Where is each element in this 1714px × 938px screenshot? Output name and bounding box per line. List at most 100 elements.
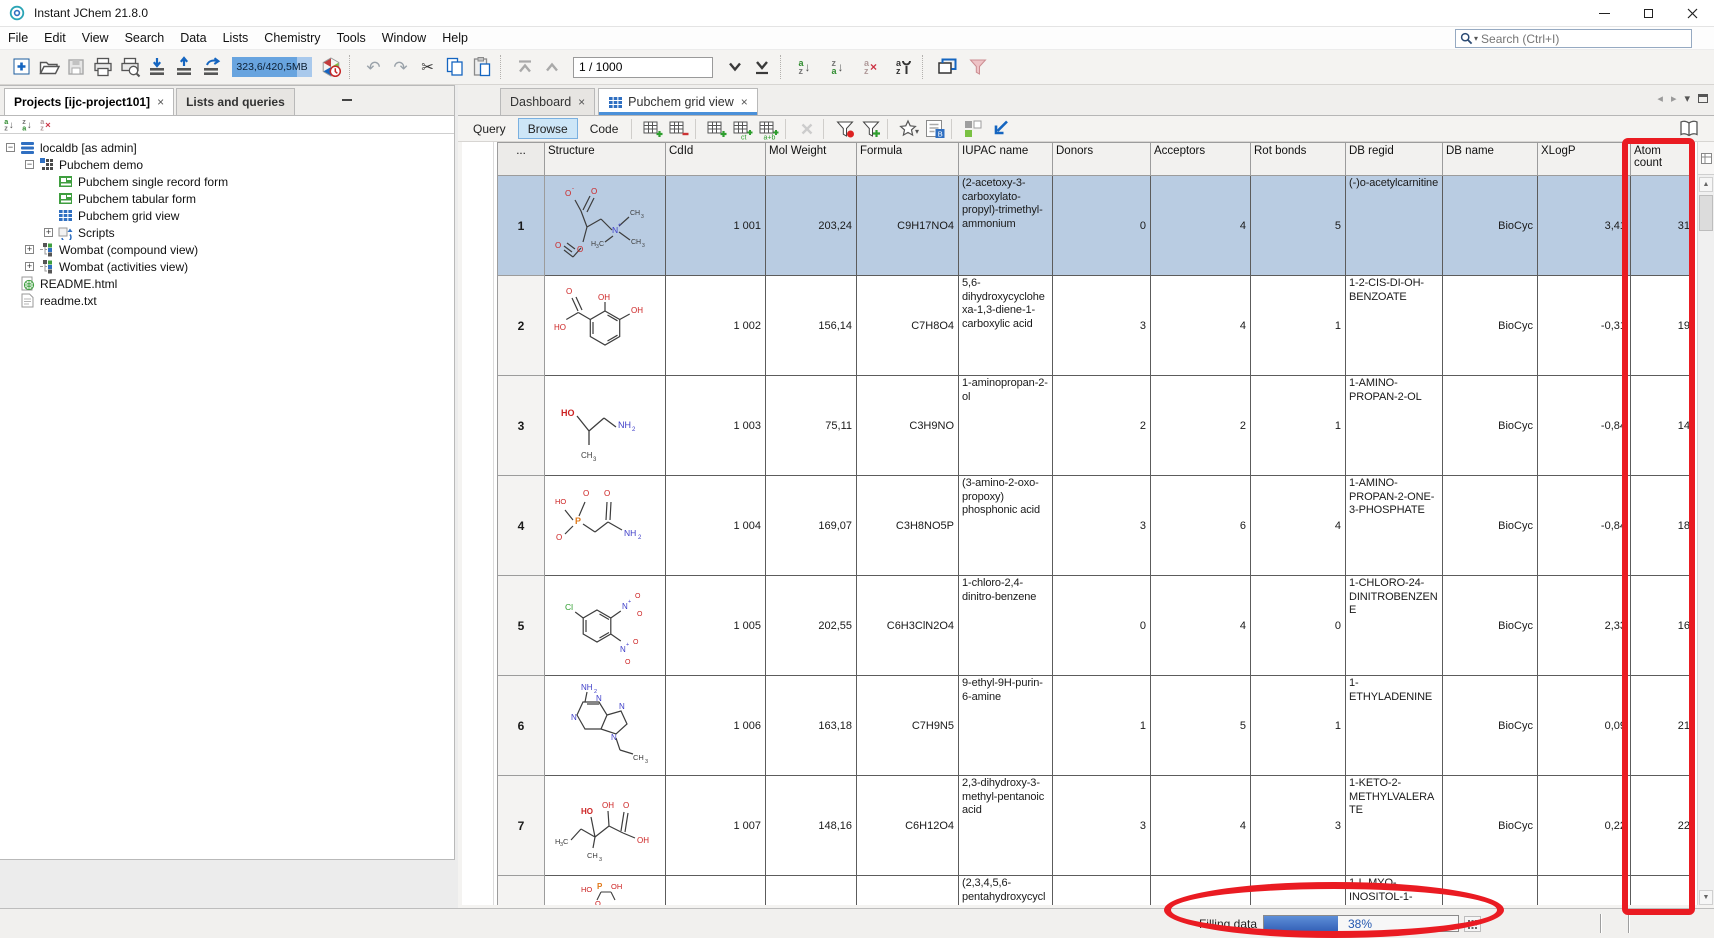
cell-db-regid[interactable]: 1-L-MYO-INOSITOL-1-	[1346, 876, 1443, 906]
tree-item-readme-txt[interactable]: readme.txt	[0, 292, 454, 309]
print-preview-icon[interactable]	[116, 54, 143, 81]
cell-donors[interactable]: 3	[1053, 476, 1151, 576]
memory-indicator[interactable]: 323,6/420,5MB	[232, 57, 312, 77]
minimize-button[interactable]	[1582, 0, 1626, 27]
cell-donors[interactable]: 1	[1053, 676, 1151, 776]
document-tab-pubchem-grid-view[interactable]: Pubchem grid view×	[598, 88, 758, 115]
cell-formula[interactable]: C7H9N5	[857, 676, 959, 776]
menu-search[interactable]: Search	[117, 28, 173, 48]
save-icon[interactable]	[62, 54, 89, 81]
close-tab-icon[interactable]: ×	[157, 95, 164, 109]
cell-formula[interactable]: C6H3ClN2O4	[857, 576, 959, 676]
dock-export-icon[interactable]	[986, 117, 1012, 141]
scroll-up-icon[interactable]: ▲	[1699, 177, 1713, 192]
cell-db-name[interactable]: BioCyc	[1443, 476, 1538, 576]
cell-iupac[interactable]: (3-amino-2-oxo-propoxy) phosphonic acid	[959, 476, 1053, 576]
cell-db-regid[interactable]: 1-AMINO-PROPAN-2-ONE-3-PHOSPHATE	[1346, 476, 1443, 576]
cell-donors[interactable]: 0	[1053, 576, 1151, 676]
cell-rot-bonds[interactable]: 0	[1251, 576, 1346, 676]
add-row-icon[interactable]	[640, 117, 666, 141]
column-header-structure[interactable]: Structure	[545, 143, 666, 176]
tree-item-readme-html[interactable]: README.html	[0, 275, 454, 292]
cell-db-regid[interactable]: 1-CHLORO-24-DINITROBENZENE	[1346, 576, 1443, 676]
cell-cdid[interactable]: 1 004	[666, 476, 766, 576]
row-number[interactable]: 7	[498, 776, 545, 876]
scroll-down-icon[interactable]: ▼	[1699, 890, 1713, 905]
menu-file[interactable]: File	[0, 28, 36, 48]
left-tab-projects-ijc-project101[interactable]: Projects [ijc-project101]×	[4, 88, 174, 115]
tree-item-pubchem-demo[interactable]: −Pubchem demo	[0, 156, 454, 173]
search-input[interactable]	[1481, 32, 1687, 46]
cell-iupac[interactable]: 9-ethyl-9H-purin-6-amine	[959, 676, 1053, 776]
cell-iupac[interactable]: (2-acetoxy-3-carboxylato-propyl)-trimeth…	[959, 176, 1053, 276]
expander-plus-icon[interactable]: +	[25, 245, 34, 254]
form-browse-icon[interactable]: B	[922, 117, 948, 141]
sort-ascending-icon[interactable]: az↓	[4, 118, 14, 131]
go-previous-icon[interactable]	[538, 54, 565, 81]
new-icon[interactable]	[8, 54, 35, 81]
remove-disabled-icon[interactable]	[794, 117, 820, 141]
table-row-2[interactable]: 2OHOHOHO1 002156,14C7H8O45,6-dihydroxycy…	[498, 276, 1695, 376]
close-tab-icon[interactable]: ×	[578, 95, 585, 109]
minimize-panel-button[interactable]	[340, 94, 354, 106]
row-number[interactable]: 4	[498, 476, 545, 576]
document-tab-dashboard[interactable]: Dashboard×	[500, 88, 595, 115]
redo-icon[interactable]: ↷	[387, 54, 414, 81]
cell-cdid[interactable]: 1 002	[666, 276, 766, 376]
cell-mol-weight[interactable]: 202,55	[766, 576, 857, 676]
column-header-iupac-name[interactable]: IUPAC name	[959, 143, 1053, 176]
row-number[interactable]: 1	[498, 176, 545, 276]
cell-mol-weight[interactable]: 75,11	[766, 376, 857, 476]
cell-db-name[interactable]: BioCyc	[1443, 176, 1538, 276]
tree-item-pubch-em-tabular-form[interactable]: Pubch­em tabular form	[0, 190, 454, 207]
cell-rot-bonds[interactable]	[1251, 876, 1346, 906]
cell-cdid[interactable]: 1 007	[666, 776, 766, 876]
cell-formula[interactable]: C6H12O4	[857, 776, 959, 876]
tree-item-wombat-activities-view[interactable]: +Wombat (activities view)	[0, 258, 454, 275]
cell-db-regid[interactable]: 1-ETHYLADENINE	[1346, 676, 1443, 776]
insert-row-ab-icon[interactable]: a+b	[756, 117, 782, 141]
cell-xlogp[interactable]: -0,31	[1538, 276, 1631, 376]
cell-iupac[interactable]: 1-chloro-2,4-dinitro-benzene	[959, 576, 1053, 676]
garbage-collect-icon[interactable]	[317, 54, 344, 81]
cell-acceptors[interactable]: 4	[1151, 176, 1251, 276]
row-number[interactable]	[498, 876, 545, 906]
cell-xlogp[interactable]: -0,84	[1538, 376, 1631, 476]
cell-mol-weight[interactable]: 156,14	[766, 276, 857, 376]
column-header-donors[interactable]: Donors	[1053, 143, 1151, 176]
menu-chemistry[interactable]: Chemistry	[256, 28, 328, 48]
window-cascade-icon[interactable]	[933, 54, 960, 81]
cell-mol-weight[interactable]	[766, 876, 857, 906]
tree-item-wombat-compound-view[interactable]: +Wombat (compound view)	[0, 241, 454, 258]
cell-db-name[interactable]: BioCyc	[1443, 776, 1538, 876]
table-row-8[interactable]: HOPOHO(2,3,4,5,6-pentahydroxycyclo1-L-MY…	[498, 876, 1695, 906]
cell-db-name[interactable]: BioCyc	[1443, 376, 1538, 476]
cell-structure[interactable]: HONH2CH3	[545, 376, 666, 476]
cell-rot-bonds[interactable]: 1	[1251, 676, 1346, 776]
open-icon[interactable]	[35, 54, 62, 81]
mode-button-browse[interactable]: Browse	[518, 118, 578, 139]
cell-xlogp[interactable]: 0,09	[1538, 676, 1631, 776]
export-data-icon[interactable]	[170, 54, 197, 81]
tree-item-scripts[interactable]: +Scripts	[0, 224, 454, 241]
cell-cdid[interactable]: 1 005	[666, 576, 766, 676]
table-row-6[interactable]: 6NH2NNNNCH31 006163,18C7H9N59-ethyl-9H-p…	[498, 676, 1695, 776]
cell-acceptors[interactable]: 4	[1151, 776, 1251, 876]
filter-add-icon[interactable]	[858, 117, 884, 141]
cell-db-name[interactable]	[1443, 876, 1538, 906]
cell-acceptors[interactable]: 2	[1151, 376, 1251, 476]
cell-cdid[interactable]: 1 006	[666, 676, 766, 776]
cell-rot-bonds[interactable]: 1	[1251, 376, 1346, 476]
search-options-dropdown-icon[interactable]: ▾	[1474, 34, 1478, 43]
cell-formula[interactable]: C7H8O4	[857, 276, 959, 376]
share-data-icon[interactable]	[197, 54, 224, 81]
sort-descending-icon[interactable]: za↓	[824, 54, 851, 81]
tab-scroll-right-icon[interactable]: ▸	[1671, 92, 1677, 105]
cell-xlogp[interactable]: -0,84	[1538, 476, 1631, 576]
cell-db-name[interactable]: BioCyc	[1443, 576, 1538, 676]
cell-db-regid[interactable]: (-)o-acetylcarnitine	[1346, 176, 1443, 276]
column-header-acceptors[interactable]: Acceptors	[1151, 143, 1251, 176]
widgets-icon[interactable]	[960, 117, 986, 141]
go-last-icon[interactable]	[748, 54, 775, 81]
cut-icon[interactable]: ✂	[414, 54, 441, 81]
